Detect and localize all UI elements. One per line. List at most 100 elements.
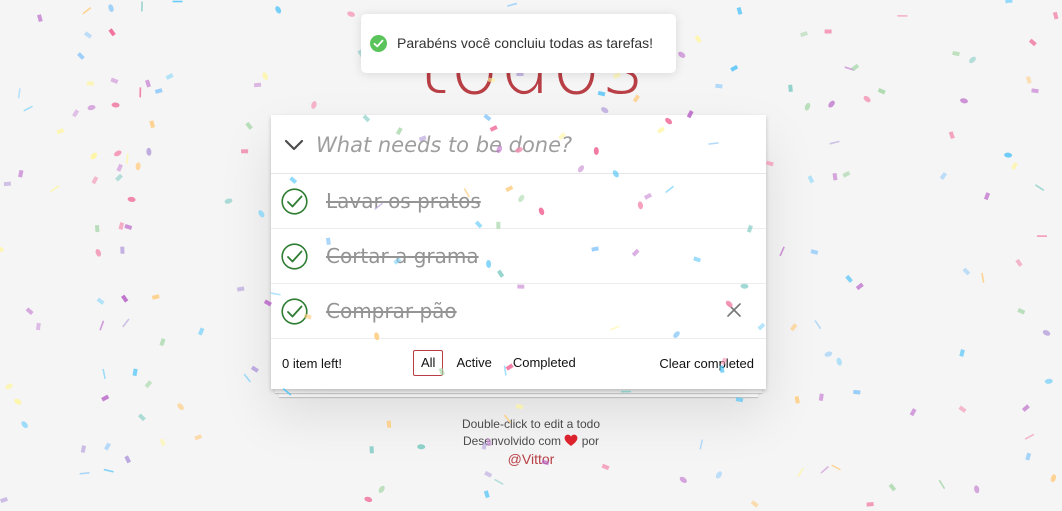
confetti-piece <box>715 471 722 479</box>
confetti-piece <box>197 327 205 336</box>
chevron-down-icon[interactable] <box>283 134 305 156</box>
todo-item[interactable]: Cortar a grama <box>271 229 766 284</box>
confetti-piece <box>35 322 41 331</box>
confetti-piece <box>5 383 13 390</box>
todo-label: Comprar pão <box>326 299 457 323</box>
confetti-piece <box>494 478 504 486</box>
filter-all[interactable]: All <box>413 350 444 376</box>
checked-circle-icon[interactable] <box>281 298 308 325</box>
confetti-piece <box>3 181 12 187</box>
checked-circle-icon[interactable] <box>281 188 308 215</box>
filter-list: All Active Completed <box>413 350 589 376</box>
items-left-count: 0 item left! <box>282 356 342 371</box>
confetti-piece <box>364 496 373 503</box>
confetti-piece <box>1044 378 1053 384</box>
confetti-piece <box>149 120 155 129</box>
confetti-piece <box>807 175 815 184</box>
todo-item[interactable]: Comprar pão <box>271 284 766 339</box>
confetti-piece <box>794 395 800 404</box>
confetti-piece <box>765 160 774 167</box>
confetti-piece <box>484 470 493 478</box>
confetti-piece <box>114 150 122 157</box>
todo-footer: 0 item left! All Active Completed Clear … <box>271 339 766 389</box>
confetti-piece <box>888 483 897 492</box>
confetti-piece <box>236 286 245 292</box>
confetti-piece <box>679 476 687 484</box>
confetti-piece <box>126 153 129 164</box>
confetti-piece <box>981 272 985 283</box>
confetti-piece <box>1017 308 1026 315</box>
confetti-piece <box>948 131 955 140</box>
clear-completed-button[interactable]: Clear completed <box>659 356 754 371</box>
filter-completed[interactable]: Completed <box>505 350 584 376</box>
confetti-piece <box>118 222 125 230</box>
confetti-piece <box>0 496 8 504</box>
confetti-piece <box>79 471 90 475</box>
confetti-piece <box>1005 0 1013 4</box>
confetti-piece <box>938 479 946 490</box>
confetti-piece <box>18 169 24 178</box>
confetti-piece <box>959 349 965 357</box>
list-stack-shadow <box>275 389 762 393</box>
confetti-piece <box>101 394 110 402</box>
confetti-piece <box>855 282 864 291</box>
confetti-piece <box>82 6 92 15</box>
credit-suffix: por <box>581 434 600 448</box>
confetti-piece <box>96 297 105 305</box>
confetti-piece <box>797 467 804 478</box>
confetti-piece <box>1015 258 1023 267</box>
edit-hint: Double-click to edit a todo <box>461 417 601 431</box>
confetti-piece <box>1050 474 1057 483</box>
confetti-piece <box>836 357 842 366</box>
confetti-piece <box>135 162 141 171</box>
todo-label: Cortar a grama <box>326 244 479 268</box>
filter-active[interactable]: Active <box>448 350 499 376</box>
confetti-piece <box>829 140 840 145</box>
confetti-piece <box>14 398 22 405</box>
confetti-piece <box>132 368 138 377</box>
confetti-piece <box>50 185 60 193</box>
confetti-piece <box>789 323 798 332</box>
confetti-piece <box>853 389 861 395</box>
confetti-piece <box>127 196 136 202</box>
confetti-piece <box>866 502 874 507</box>
confetti-piece <box>820 465 829 474</box>
confetti-piece <box>102 368 106 379</box>
confetti-piece <box>1034 184 1045 191</box>
confetti-piece <box>275 6 282 14</box>
confetti-piece <box>735 397 744 403</box>
confetti-piece <box>245 121 253 130</box>
credit-prefix: Desenvolvido com <box>462 434 561 448</box>
confetti-piece <box>103 468 114 473</box>
confetti-piece <box>224 198 233 204</box>
confetti-piece <box>172 0 183 3</box>
todo-item[interactable]: Lavar os pratos <box>271 174 766 229</box>
confetti-piece <box>146 147 152 156</box>
confetti-piece <box>378 485 385 493</box>
success-toast: Parabéns você concluiu todas as tarefas! <box>361 14 676 73</box>
confetti-piece <box>258 210 265 218</box>
confetti-piece <box>779 246 785 257</box>
confetti-piece <box>750 500 759 508</box>
confetti-piece <box>832 172 838 181</box>
confetti-piece <box>23 105 33 112</box>
confetti-piece <box>121 294 129 303</box>
new-todo-input[interactable] <box>316 115 756 174</box>
confetti-piece <box>483 490 490 499</box>
confetti-piece <box>974 485 980 494</box>
author-link[interactable]: @Vittor <box>0 451 1062 467</box>
confetti-piece <box>1010 161 1018 171</box>
confetti-piece <box>108 4 114 12</box>
confetti-piece <box>115 173 123 182</box>
heart-icon <box>564 434 578 450</box>
confetti-piece <box>814 320 822 330</box>
confetti-piece <box>144 380 153 389</box>
confetti-piece <box>1052 11 1059 20</box>
checked-circle-icon[interactable] <box>281 243 308 270</box>
confetti-piece <box>515 404 524 409</box>
toast-message: Parabéns você concluiu todas as tarefas! <box>397 35 654 51</box>
todo-header <box>271 115 766 174</box>
close-icon[interactable] <box>724 300 744 320</box>
confetti-piece <box>347 11 355 17</box>
todo-label: Lavar os pratos <box>326 189 481 213</box>
